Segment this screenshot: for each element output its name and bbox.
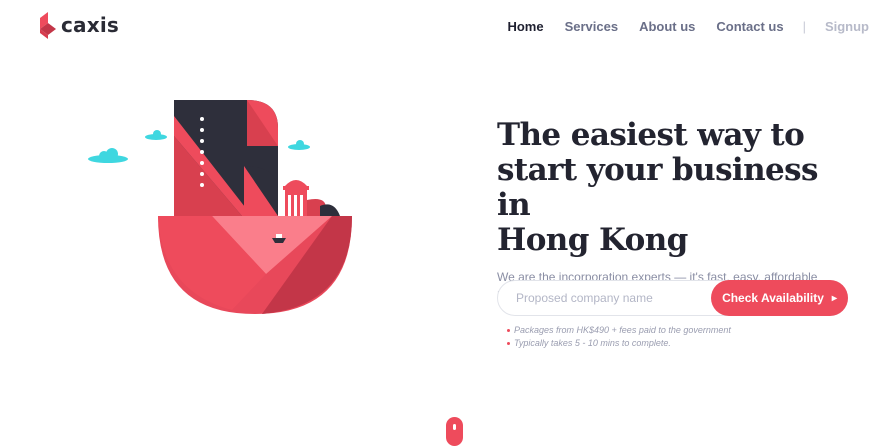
hero-title-line-3: Hong Kong [497,222,688,258]
hero-title-line-2: start your business in [497,152,818,223]
bullet-dot-icon [507,329,510,332]
hero-title: The easiest way to start your business i… [497,118,857,258]
note-text: Typically takes 5 - 10 mins to complete. [514,338,671,348]
bullet-dot-icon [507,342,510,345]
site-header: caxis Home Services About us Contact us … [0,0,869,52]
note-item: Typically takes 5 - 10 mins to complete. [507,337,731,350]
nav-services[interactable]: Services [565,19,619,34]
note-text: Packages from HK$490 + fees paid to the … [514,325,731,335]
info-notes: Packages from HK$490 + fees paid to the … [507,324,731,350]
chevron-right-icon: ▸ [831,292,837,304]
note-item: Packages from HK$490 + fees paid to the … [507,324,731,337]
nav-home[interactable]: Home [507,19,543,34]
cloud-right-icon [288,140,310,150]
logo-text: caxis [61,13,120,37]
scroll-wheel [453,424,456,430]
cloud-top-icon [145,130,167,140]
company-name-form: Check Availability ▸ [497,280,848,316]
main-nav: Home Services About us Contact us | Sign… [507,17,869,35]
mouse-scroll-icon[interactable] [446,417,463,446]
nav-about-us[interactable]: About us [639,19,695,34]
company-name-input[interactable] [498,281,718,315]
nav-contact-us[interactable]: Contact us [716,19,783,34]
check-availability-label: Check Availability [722,291,824,305]
building-block [174,100,278,216]
hero-title-line-1: The easiest way to [497,117,805,153]
caxis-logo-icon [40,12,56,39]
cloud-left-icon [88,148,128,163]
temple-icon [283,180,340,216]
bowl-base [158,216,352,314]
nav-separator: | [802,18,806,34]
nav-signup[interactable]: Signup [825,19,869,34]
check-availability-button[interactable]: Check Availability ▸ [711,280,848,316]
logo[interactable]: caxis [38,10,119,40]
hero: The easiest way to start your business i… [497,118,857,301]
hong-kong-illustration [88,100,352,314]
